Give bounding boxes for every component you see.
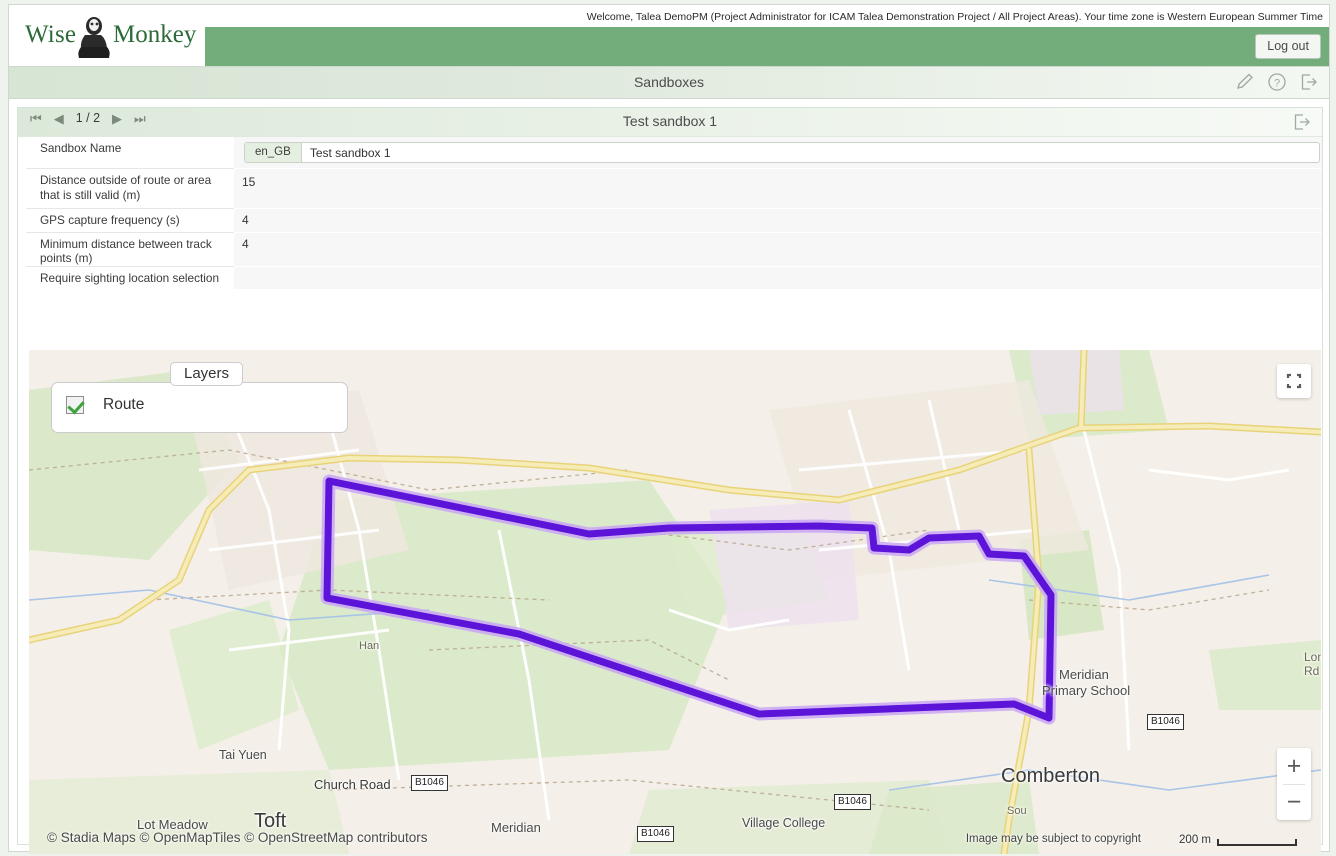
fullscreen-button[interactable]: [1277, 364, 1311, 398]
map-scale-label: 200 m: [1179, 834, 1211, 846]
record-nav-bar: ⏮ ◀ 1 / 2 ▶ ⏭ Test sandbox 1: [18, 108, 1322, 137]
sandbox-name-input[interactable]: en_GB Test sandbox 1: [244, 142, 1320, 163]
distance-valid-value[interactable]: 15: [234, 169, 1322, 209]
zoom-in-button[interactable]: +: [1277, 748, 1311, 784]
locale-tag: en_GB: [245, 143, 302, 162]
gps-frequency-value[interactable]: 4: [234, 209, 1322, 233]
logo-word-monkey: Monkey: [113, 21, 197, 48]
layers-control[interactable]: Layers Route: [51, 362, 348, 433]
header-green-bar: Log out: [205, 27, 1329, 67]
top-header-bar: Wise Monkey Welcome, Talea DemoPM (Proje…: [8, 4, 1330, 67]
help-icon[interactable]: ?: [1267, 72, 1287, 92]
form-row-sandbox-name: Sandbox Name en_GB Test sandbox 1: [18, 137, 1322, 169]
field-label: Minimum distance between track points (m…: [26, 233, 234, 267]
map-copyright-note: Image may be subject to copyright: [965, 833, 1141, 845]
record-title: Test sandbox 1: [622, 113, 718, 129]
page-title: Sandboxes: [633, 74, 705, 90]
field-label: Distance outside of route or area that i…: [26, 169, 234, 209]
layer-item-route[interactable]: Route: [66, 396, 144, 414]
application-root: Wise Monkey Welcome, Talea DemoPM (Proje…: [0, 0, 1336, 856]
layers-control-title: Layers: [170, 362, 244, 386]
app-logo: Wise Monkey: [19, 11, 197, 63]
zoom-separator: [1283, 784, 1305, 785]
form-row-distance-valid: Distance outside of route or area that i…: [18, 169, 1322, 209]
form-row-require-sighting: Require sighting location selection: [18, 266, 1322, 290]
field-label: Sandbox Name: [26, 137, 234, 169]
svg-text:?: ?: [1274, 78, 1280, 90]
form-row-min-track-distance: Minimum distance between track points (m…: [18, 232, 1322, 267]
sandboxes-panel: Sandboxes ? ⏮ ◀ 1 / 2 ▶ ⏭ Test sandbox 1…: [8, 66, 1330, 854]
field-label: Require sighting location selection: [40, 270, 220, 285]
field-label: GPS capture frequency (s): [26, 209, 234, 233]
exit-icon[interactable]: [1292, 112, 1312, 132]
fullscreen-icon: [1286, 373, 1302, 389]
pencil-icon[interactable]: [1235, 72, 1255, 92]
logout-button[interactable]: Log out: [1255, 34, 1321, 59]
route-layer-checkbox[interactable]: [66, 396, 84, 414]
map-scale-bar: [1217, 839, 1297, 846]
route-layer-label: Route: [103, 396, 145, 413]
map-attribution[interactable]: © Stadia Maps © OpenMapTiles © OpenStree…: [47, 830, 428, 845]
panel-title-bar: Sandboxes ?: [9, 67, 1329, 99]
min-track-distance-value[interactable]: 4: [234, 232, 1322, 267]
panel-title-icons: ?: [1235, 72, 1319, 92]
monkey-silhouette-icon: [78, 17, 110, 58]
require-sighting-value[interactable]: [234, 266, 1322, 290]
sandbox-form: Sandbox Name en_GB Test sandbox 1 Distan…: [18, 137, 1322, 290]
route-map[interactable]: Tai YuenLot MeadowToftChurch RoadSt Andr…: [29, 350, 1321, 854]
form-row-gps-frequency: GPS capture frequency (s) 4: [18, 209, 1322, 233]
exit-icon[interactable]: [1299, 72, 1319, 92]
sandbox-name-value: Test sandbox 1: [309, 146, 391, 160]
map-zoom-controls: + −: [1277, 748, 1311, 820]
field-value-wrap: en_GB Test sandbox 1: [234, 137, 1322, 169]
record-exit-icon-wrap: [1292, 112, 1312, 137]
logo-word-wise: Wise: [25, 21, 77, 48]
zoom-out-button[interactable]: −: [1277, 784, 1311, 820]
map-scale: 200 m: [1179, 834, 1297, 846]
welcome-message: Welcome, Talea DemoPM (Project Administr…: [586, 11, 1323, 23]
